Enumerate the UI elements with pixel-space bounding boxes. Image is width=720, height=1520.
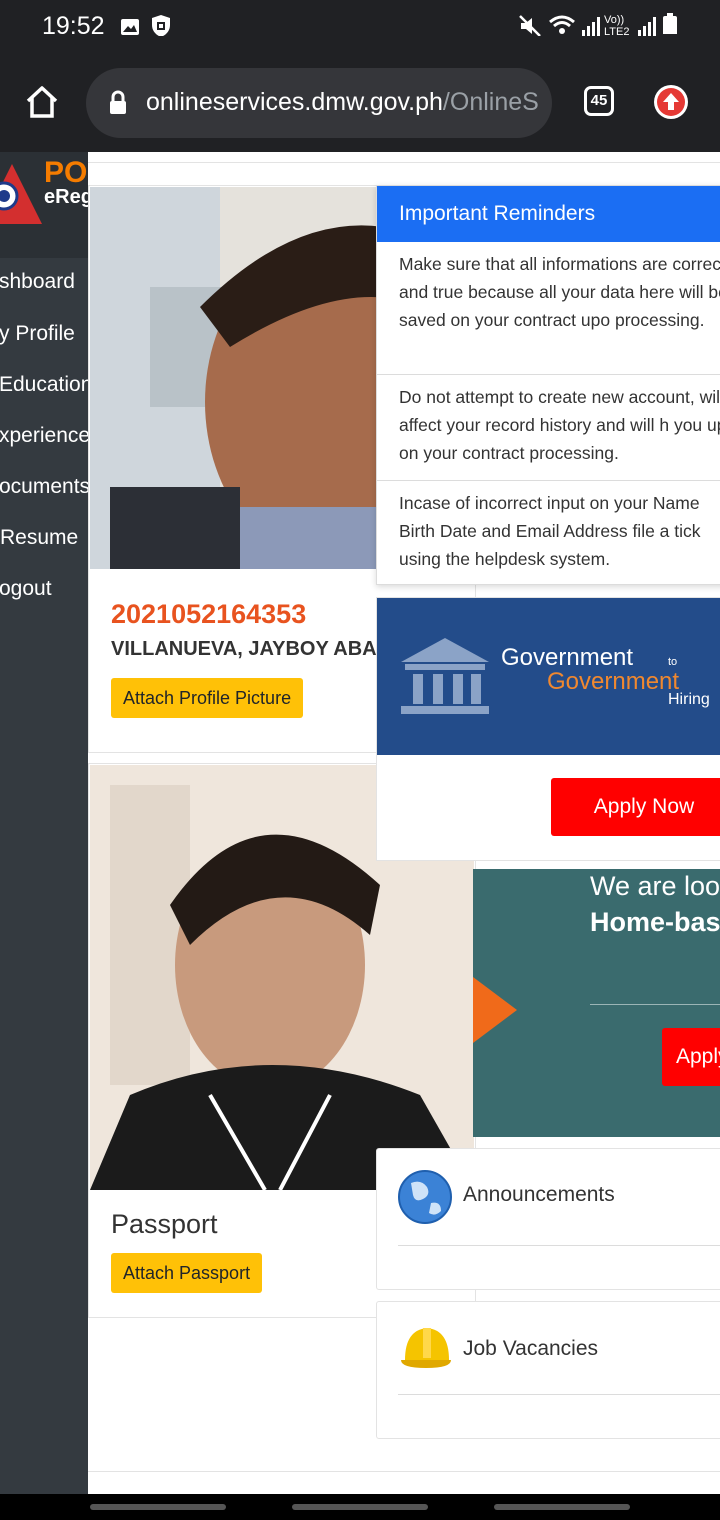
status-time: 19:52	[42, 12, 105, 40]
hard-hat-icon	[401, 1328, 451, 1368]
g2g-banner: Government to Government Hiring	[377, 598, 720, 755]
announcements-card[interactable]: Announcements	[376, 1148, 720, 1290]
sidebar-item-dashboard[interactable]: shboard	[0, 270, 75, 294]
url-host: onlineservices.dmw.gov.ph	[146, 88, 443, 116]
sidebar-item-documents[interactable]: ocuments	[0, 475, 88, 499]
lock-icon	[110, 90, 126, 114]
url-text: onlineservices.dmw.gov.ph/OnlineS	[146, 88, 539, 117]
sidebar-item-resume[interactable]: Resume	[0, 526, 78, 550]
sidebar-item-education[interactable]: Education	[0, 373, 88, 397]
job-vacancies-title: Job Vacancies	[463, 1337, 599, 1360]
sidebar-item-logout[interactable]: ogout	[0, 577, 52, 601]
shield-icon	[152, 15, 170, 36]
apply-now-button[interactable]: Apply Now	[551, 778, 720, 836]
signal-icon-2	[638, 17, 656, 36]
web-page: PO eReg shboard y Profile Education xper…	[0, 152, 720, 1494]
url-path: /OnlineS	[442, 88, 539, 116]
tab-switcher-button[interactable]: 45	[584, 86, 614, 116]
brand-text-bottom: eReg	[44, 186, 88, 208]
url-bar[interactable]: onlineservices.dmw.gov.ph/OnlineS	[86, 68, 552, 138]
globe-icon	[398, 1170, 452, 1224]
mute-icon	[519, 15, 541, 36]
nav-back-pill[interactable]	[494, 1504, 630, 1510]
sidebar-item-my-profile[interactable]: y Profile	[0, 322, 75, 346]
announcements-divider	[398, 1245, 720, 1246]
nav-recents-pill[interactable]	[90, 1504, 226, 1510]
reminder-item: Incase of incorrect input on your Name B…	[377, 480, 720, 584]
reminder-item: Make sure that all informations are corr…	[377, 242, 720, 374]
tab-count: 45	[590, 92, 608, 109]
reminders-title: Important Reminders	[399, 202, 596, 225]
home-based-divider	[590, 1004, 720, 1005]
attach-profile-picture-button[interactable]: Attach Profile Picture	[111, 678, 304, 718]
system-nav-bar	[0, 1494, 720, 1520]
announcements-title: Announcements	[463, 1183, 615, 1206]
nav-home-pill[interactable]	[292, 1504, 428, 1510]
job-vacancies-card[interactable]: Job Vacancies	[376, 1301, 720, 1439]
image-icon	[121, 19, 139, 35]
brand-text-top: PO	[44, 156, 88, 189]
g2g-to: to	[668, 656, 678, 668]
browser-toolbar: onlineservices.dmw.gov.ph/OnlineS 45	[0, 56, 720, 152]
home-icon[interactable]	[24, 84, 60, 120]
profile-name: VILLANUEVA, JAYBOY ABAI	[111, 638, 383, 660]
brand-area[interactable]: PO eReg	[0, 152, 88, 258]
arrow-up-icon	[657, 88, 685, 116]
job-vacancies-divider	[398, 1394, 720, 1395]
wifi-icon	[549, 15, 575, 34]
network-label: Vo)) LTE2	[604, 14, 630, 38]
home-based-line-2: Home-base	[590, 907, 720, 937]
g2g-line-2: Government	[547, 668, 680, 695]
g2g-line-3: Hiring	[668, 691, 710, 708]
reminder-item: Do not attempt to create new account, wi…	[377, 374, 720, 480]
home-based-apply-button[interactable]: Apply	[662, 1028, 720, 1086]
reminder-text-2: Do not attempt to create new account, wi…	[399, 387, 720, 463]
g2g-hiring-card: Government to Government Hiring Apply No…	[376, 597, 720, 861]
sidebar-item-experience[interactable]: xperience	[0, 424, 88, 448]
reminder-text-1: Make sure that all informations are corr…	[399, 254, 720, 330]
footer-divider	[88, 1471, 720, 1472]
update-button[interactable]	[654, 85, 688, 119]
header-divider	[88, 162, 720, 163]
battery-icon	[663, 13, 677, 34]
logo-icon	[0, 164, 42, 224]
play-arrow-icon	[473, 977, 517, 1043]
status-bar: 19:52 Vo)) LTE2	[0, 0, 720, 56]
reminders-header: Important Reminders	[377, 186, 720, 242]
sidebar: PO eReg shboard y Profile Education xper…	[0, 152, 88, 1494]
home-based-line-1: We are look	[590, 871, 720, 901]
home-based-banner: We are look Home-base Apply	[473, 869, 720, 1137]
reminder-text-3: Incase of incorrect input on your Name B…	[399, 493, 701, 569]
profile-id-number: 2021052164353	[111, 599, 307, 629]
passport-title: Passport	[111, 1209, 218, 1239]
attach-passport-button[interactable]: Attach Passport	[111, 1253, 263, 1293]
reminders-panel: Important Reminders Make sure that all i…	[376, 185, 720, 585]
government-building-icon	[401, 638, 489, 714]
signal-icon	[582, 17, 600, 36]
